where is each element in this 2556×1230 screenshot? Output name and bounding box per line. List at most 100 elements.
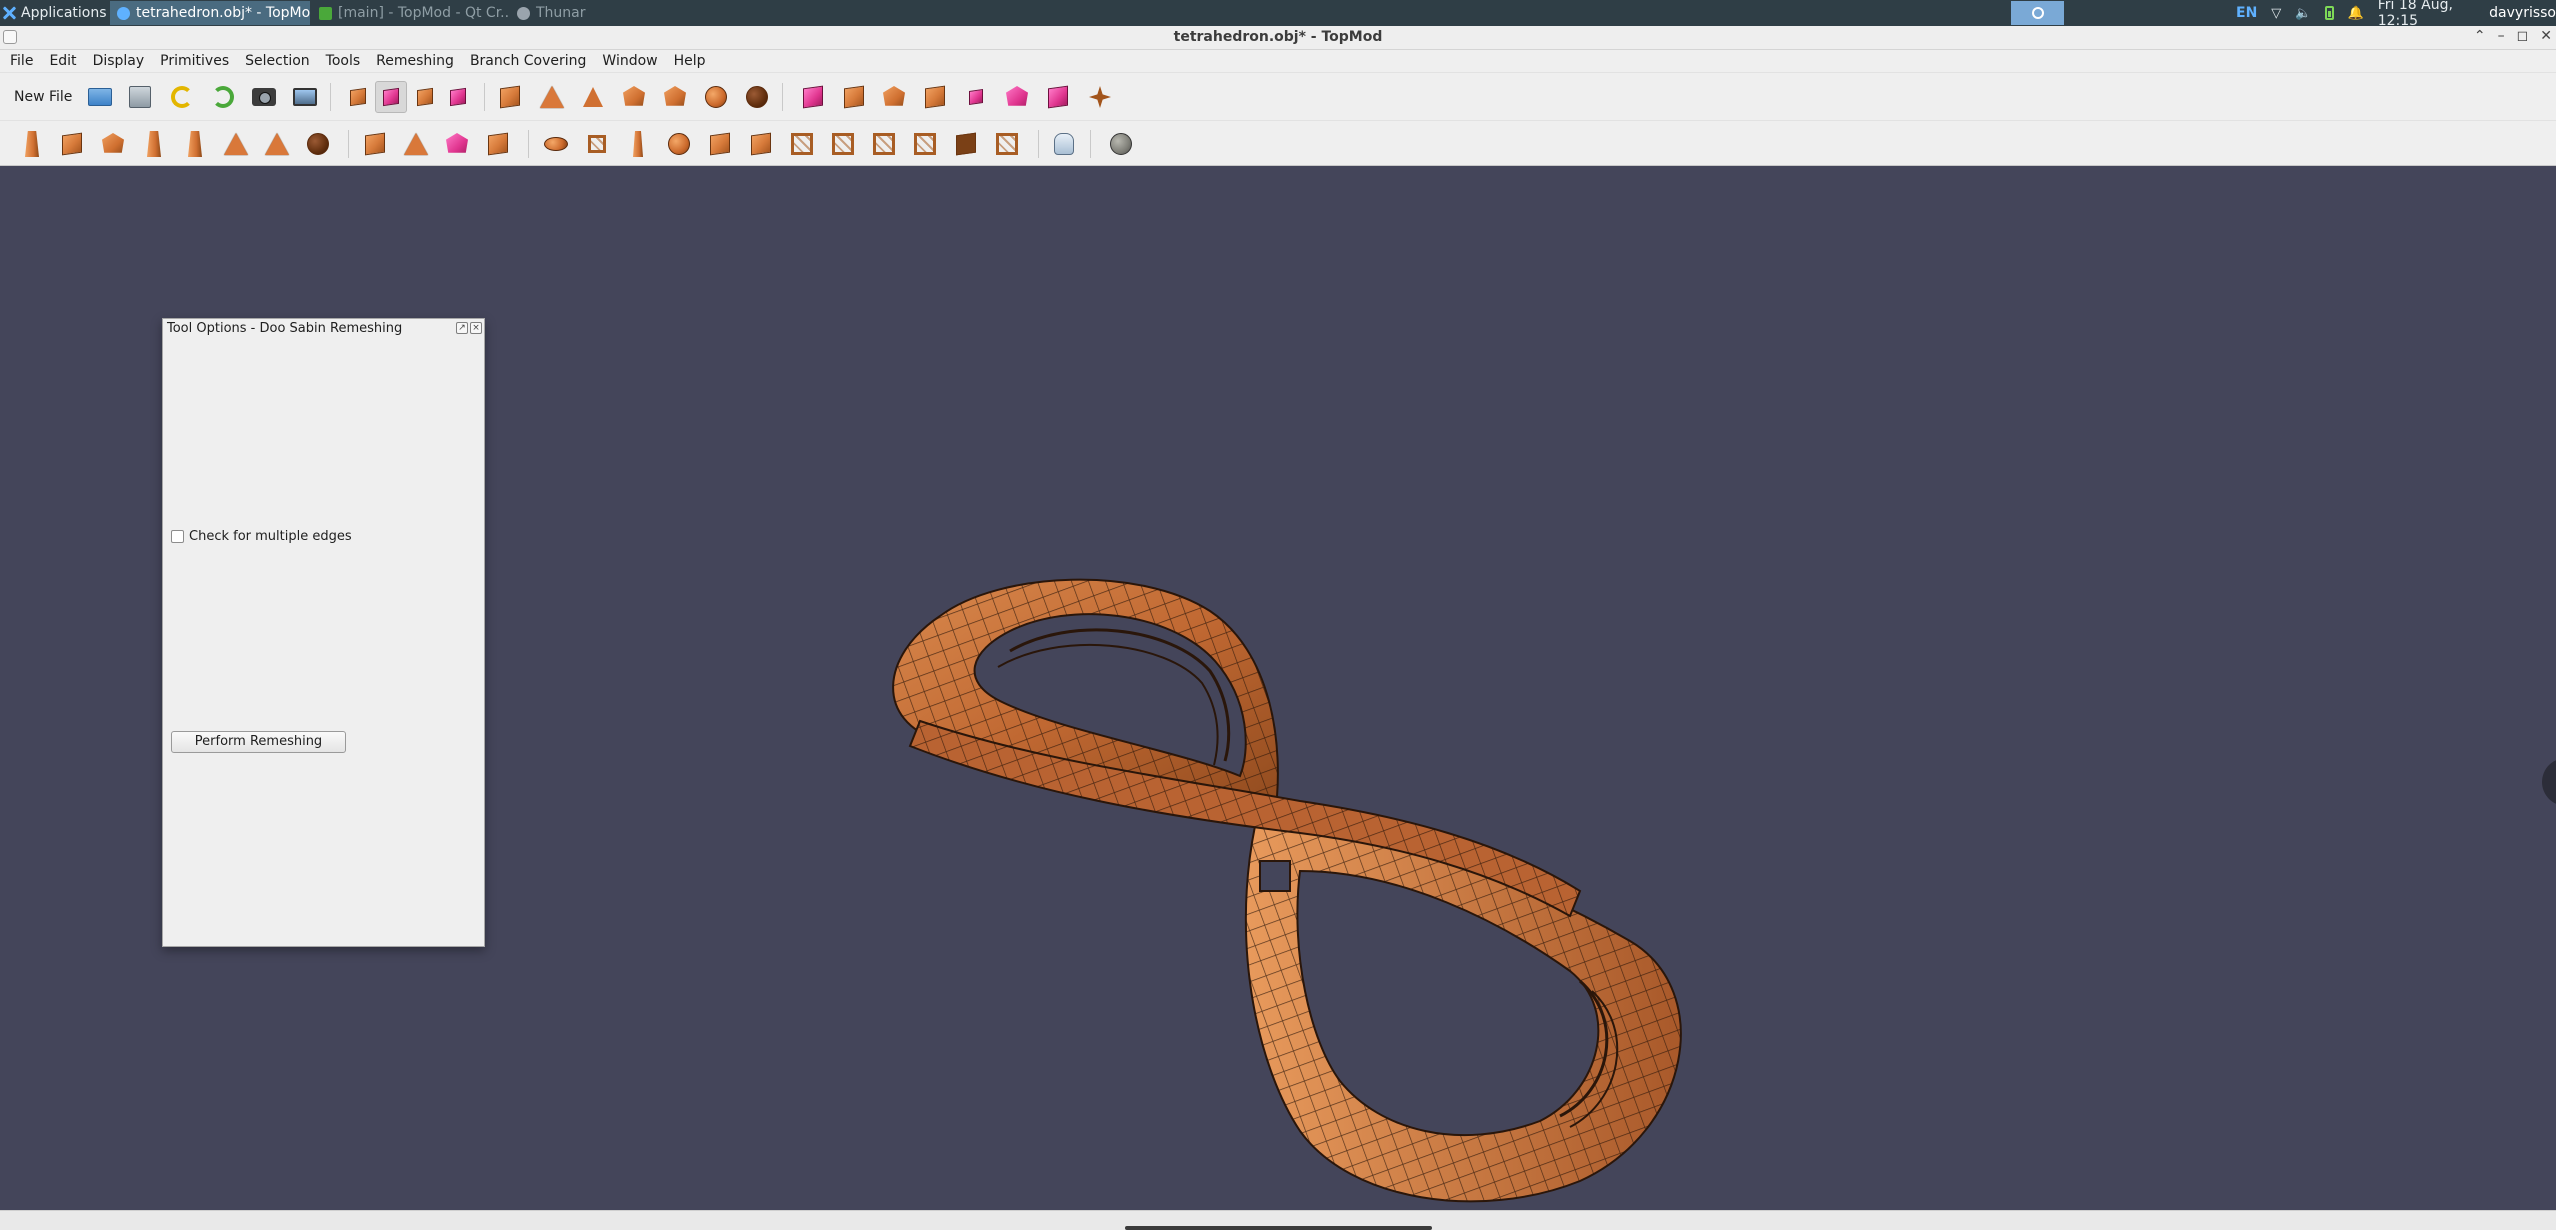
taskbar-item-thunar[interactable]: Thunar: [510, 1, 710, 25]
remeshing-toolbar: [0, 120, 2556, 166]
keyboard-layout-indicator[interactable]: EN: [2236, 5, 2257, 21]
system-panel: Applications tetrahedron.obj* - TopMod […: [0, 0, 2556, 29]
dome-icon[interactable]: [302, 128, 334, 160]
frame-icon[interactable]: [991, 128, 1023, 160]
menu-window[interactable]: Window: [594, 53, 665, 69]
column-icon[interactable]: [663, 128, 695, 160]
clock-datetime[interactable]: Fri 18 Aug, 12:15: [2378, 0, 2475, 29]
subdivide-icon[interactable]: [1001, 81, 1033, 113]
edge-mode-icon[interactable]: [409, 81, 441, 113]
perform-remeshing-button[interactable]: Perform Remeshing: [171, 731, 346, 753]
toolbar-separator: [484, 83, 485, 111]
menu-tools[interactable]: Tools: [318, 53, 369, 69]
cube-icon[interactable]: [494, 81, 526, 113]
extrude-icon[interactable]: [797, 81, 829, 113]
roll-up-icon[interactable]: ⌃: [2474, 28, 2486, 44]
sculpt-icon[interactable]: [1042, 81, 1074, 113]
triangle-icon[interactable]: [577, 81, 609, 113]
icosahedron-icon[interactable]: [659, 81, 691, 113]
menu-file[interactable]: File: [2, 53, 41, 69]
pentagonal-icon[interactable]: [220, 128, 252, 160]
frame-cube-icon[interactable]: [950, 128, 982, 160]
window-controls: ⌃ – ◻ ✕: [2474, 28, 2552, 44]
toolbar-separator: [330, 83, 331, 111]
catmull-clark-icon[interactable]: [56, 128, 88, 160]
mesh-cage-icon[interactable]: [909, 128, 941, 160]
connect-icon[interactable]: [960, 81, 992, 113]
new-file-button[interactable]: New File: [14, 85, 72, 109]
menu-help[interactable]: Help: [666, 53, 714, 69]
split-face-icon[interactable]: [919, 81, 951, 113]
redo-icon[interactable]: [207, 81, 239, 113]
maximize-icon[interactable]: ◻: [2517, 28, 2529, 44]
notification-bell-icon[interactable]: 🔔: [2348, 6, 2364, 21]
wireframe2-icon[interactable]: [827, 128, 859, 160]
battery-icon[interactable]: [2325, 6, 2334, 20]
hand-tool-icon[interactable]: [1048, 128, 1080, 160]
vertex-cut-icon[interactable]: [441, 128, 473, 160]
float-dock-icon[interactable]: ↗: [456, 322, 468, 334]
wifi-icon[interactable]: ▽: [2271, 6, 2281, 21]
corner-mode-icon[interactable]: [442, 81, 474, 113]
show-desktop-button[interactable]: [2011, 1, 2064, 25]
menu-selection[interactable]: Selection: [237, 53, 318, 69]
dodecahedron-icon[interactable]: [618, 81, 650, 113]
figure-eight-mesh-model: [892, 578, 1682, 1203]
applications-label: Applications: [21, 5, 107, 21]
bevel-icon[interactable]: [878, 81, 910, 113]
root3-icon[interactable]: [138, 128, 170, 160]
camera-icon[interactable]: [248, 81, 280, 113]
dual-icon[interactable]: [540, 128, 572, 160]
folder-icon[interactable]: [84, 81, 116, 113]
fractal-icon[interactable]: [581, 128, 613, 160]
tool-options-title: Tool Options - Doo Sabin Remeshing: [167, 321, 403, 336]
wireframe-icon[interactable]: [786, 128, 818, 160]
volume-icon[interactable]: 🔈: [2295, 6, 2311, 21]
taskbar-item-qtcreator[interactable]: [main] - TopMod - Qt Cr...: [312, 1, 508, 25]
qtcreator-app-icon: [319, 6, 332, 20]
applications-menu[interactable]: Applications: [2, 0, 123, 26]
save-icon[interactable]: [124, 81, 156, 113]
window-titlebar[interactable]: tetrahedron.obj* - TopMod ⌃ – ◻ ✕: [0, 26, 2556, 50]
menu-branch-covering[interactable]: Branch Covering: [462, 53, 594, 69]
spiral-icon[interactable]: [704, 128, 736, 160]
check-multiple-edges-checkbox[interactable]: [171, 530, 184, 543]
viewport-side-handle[interactable]: [2542, 758, 2556, 806]
stellate-icon[interactable]: [622, 128, 654, 160]
undo-icon[interactable]: [166, 81, 198, 113]
menu-remeshing[interactable]: Remeshing: [368, 53, 462, 69]
corner-cut-icon[interactable]: [359, 128, 391, 160]
linear-vertex-icon[interactable]: [400, 128, 432, 160]
handle-icon[interactable]: [1084, 81, 1116, 113]
menu-primitives[interactable]: Primitives: [152, 53, 237, 69]
honeycomb-icon[interactable]: [97, 128, 129, 160]
clock-icon: [2031, 7, 2044, 19]
screenshot-icon[interactable]: [289, 81, 321, 113]
close-dock-icon[interactable]: ×: [470, 322, 482, 334]
toolbar-separator: [528, 130, 529, 158]
star-icon[interactable]: [261, 128, 293, 160]
loop-icon[interactable]: [179, 128, 211, 160]
sphere-icon[interactable]: [741, 81, 773, 113]
horizontal-scroll-indicator[interactable]: [1125, 1226, 1432, 1230]
close-icon[interactable]: ✕: [2540, 28, 2552, 44]
face-cut-icon[interactable]: [482, 128, 514, 160]
window-title: tetrahedron.obj* - TopMod: [1173, 29, 1383, 45]
toolbar-separator: [1038, 130, 1039, 158]
soccerball-icon[interactable]: [700, 81, 732, 113]
twist-icon[interactable]: [745, 128, 777, 160]
check-multiple-edges-row[interactable]: Check for multiple edges: [171, 529, 352, 544]
taskbar-item-topmod[interactable]: tetrahedron.obj* - TopMod: [110, 1, 310, 25]
menu-display[interactable]: Display: [85, 53, 153, 69]
cage-icon[interactable]: [868, 128, 900, 160]
texture-ball-icon[interactable]: [1105, 128, 1137, 160]
doo-sabin-icon[interactable]: [16, 128, 48, 160]
insert-edge-icon[interactable]: [838, 81, 870, 113]
menu-edit[interactable]: Edit: [41, 53, 84, 69]
vertex-mode-icon[interactable]: [342, 81, 374, 113]
face-mode-icon[interactable]: [375, 81, 407, 113]
tetrahedron-icon[interactable]: [536, 81, 568, 113]
user-name[interactable]: davyrisso: [2489, 5, 2556, 21]
toolbar-separator: [1090, 130, 1091, 158]
minimize-icon[interactable]: –: [2498, 28, 2505, 44]
